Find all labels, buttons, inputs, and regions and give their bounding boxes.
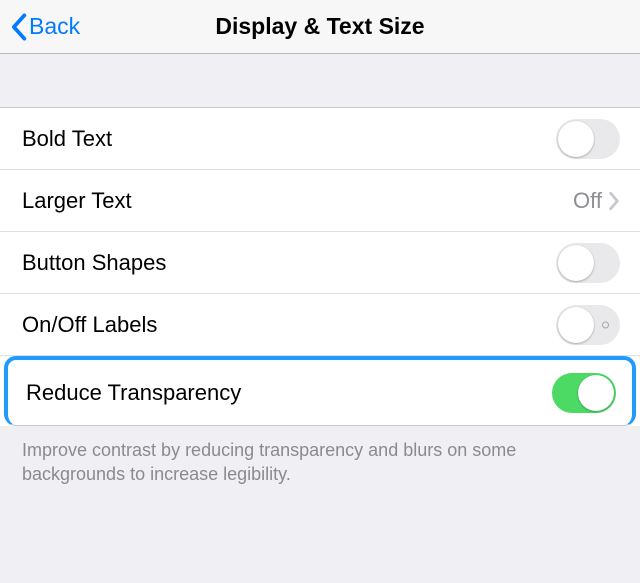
row-label: Button Shapes xyxy=(22,250,556,276)
switch-knob xyxy=(558,245,594,281)
row-label: Reduce Transparency xyxy=(26,380,552,406)
row-label: Bold Text xyxy=(22,126,556,152)
off-indicator-icon xyxy=(602,321,609,328)
switch-knob xyxy=(578,375,614,411)
button-shapes-toggle[interactable] xyxy=(556,243,620,283)
chevron-right-icon xyxy=(608,191,620,211)
page-title: Display & Text Size xyxy=(0,13,640,40)
section-spacer xyxy=(0,54,640,108)
row-label: On/Off Labels xyxy=(22,312,556,338)
chevron-left-icon xyxy=(10,13,27,41)
row-button-shapes[interactable]: Button Shapes xyxy=(0,232,640,294)
row-value: Off xyxy=(573,188,602,214)
row-onoff-labels[interactable]: On/Off Labels xyxy=(0,294,640,356)
settings-screen: Back Display & Text Size Bold Text Large… xyxy=(0,0,640,583)
settings-list: Bold Text Larger Text Off Button Shapes … xyxy=(0,108,640,426)
row-bold-text[interactable]: Bold Text xyxy=(0,108,640,170)
row-label: Larger Text xyxy=(22,188,573,214)
row-larger-text[interactable]: Larger Text Off xyxy=(0,170,640,232)
section-footer: Improve contrast by reducing transparenc… xyxy=(0,426,640,487)
row-reduce-transparency[interactable]: Reduce Transparency xyxy=(4,356,636,426)
onoff-labels-toggle[interactable] xyxy=(556,305,620,345)
back-label: Back xyxy=(29,13,80,40)
bold-text-toggle[interactable] xyxy=(556,119,620,159)
navbar: Back Display & Text Size xyxy=(0,0,640,54)
back-button[interactable]: Back xyxy=(0,0,80,53)
reduce-transparency-toggle[interactable] xyxy=(552,373,616,413)
switch-knob xyxy=(558,307,594,343)
switch-knob xyxy=(558,121,594,157)
